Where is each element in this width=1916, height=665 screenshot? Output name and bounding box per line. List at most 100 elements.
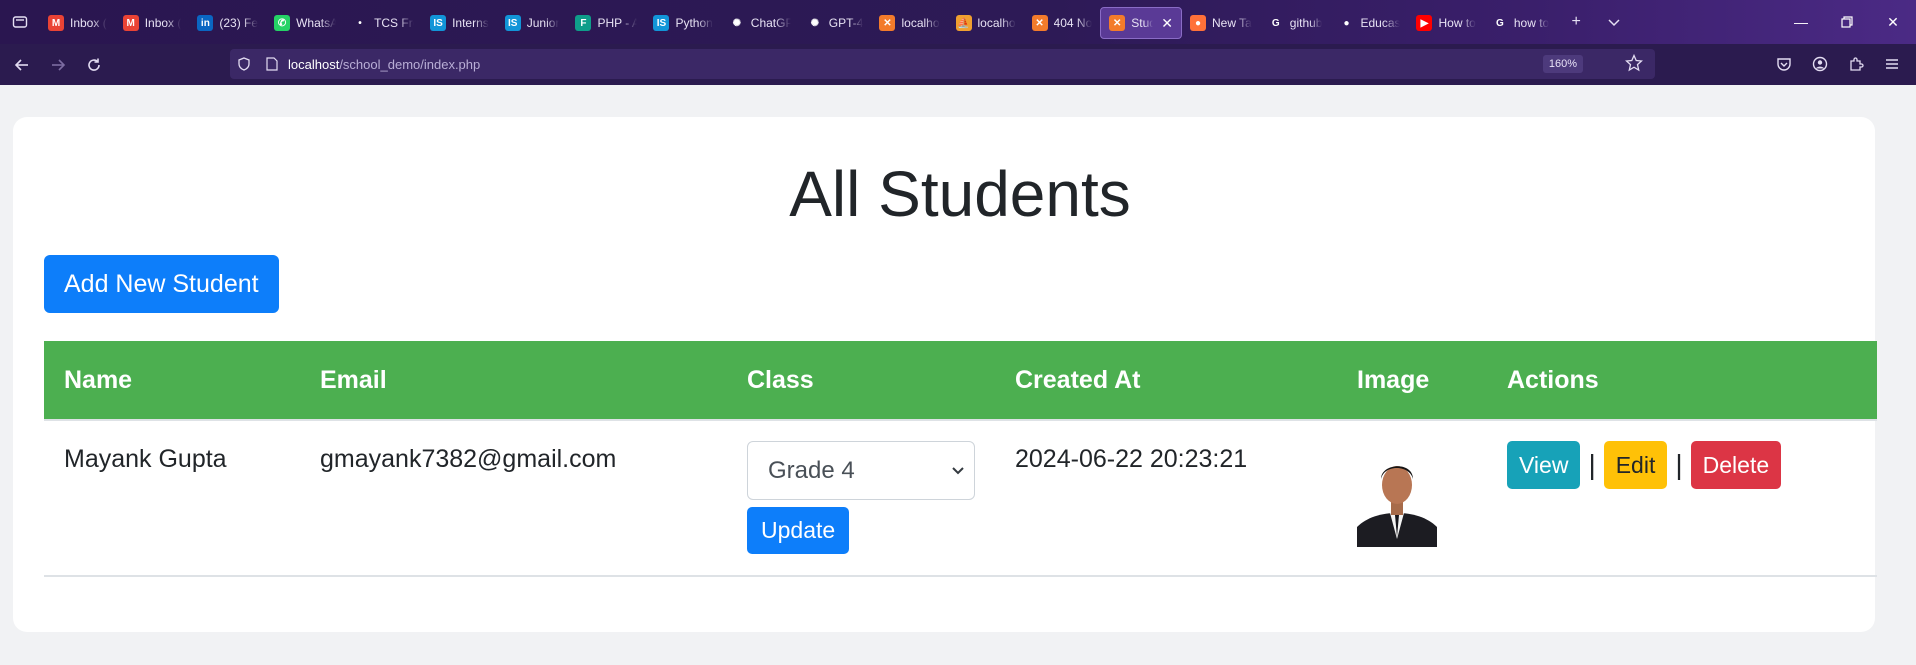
minimize-icon: —: [1794, 14, 1808, 30]
back-button[interactable]: [4, 47, 40, 83]
action-separator: |: [1675, 449, 1683, 480]
tab-title: GPT-4: [828, 16, 864, 30]
github-icon: ●: [1343, 17, 1350, 29]
close-window-button[interactable]: ✕: [1870, 0, 1916, 44]
internshala-icon: IS: [504, 15, 521, 31]
url-text[interactable]: localhost/school_demo/index.php: [288, 57, 480, 72]
tcs-icon: •: [358, 17, 362, 29]
tab-title: New Ta: [1211, 16, 1252, 30]
browser-tab[interactable]: IS Python: [645, 7, 720, 39]
tab-title: How to: [1438, 16, 1476, 30]
browser-tab[interactable]: ✕ Stud ✕: [1100, 7, 1182, 39]
reload-button[interactable]: [76, 47, 112, 83]
class-select-value: Grade 4: [768, 456, 855, 484]
header-class: Class: [747, 365, 814, 394]
address-bar[interactable]: localhost/school_demo/index.php 160%: [230, 49, 1655, 79]
firefox-icon: ●: [1189, 15, 1206, 31]
add-new-student-button[interactable]: Add New Student: [44, 255, 279, 313]
account-button[interactable]: [1802, 46, 1838, 82]
restore-button[interactable]: [1824, 0, 1870, 44]
student-photo: [1357, 447, 1437, 547]
browser-tab[interactable]: M Inbox (: [40, 7, 115, 39]
browser-tab[interactable]: ✕ 404 No: [1024, 7, 1101, 39]
browser-tab[interactable]: ▶ How to: [1408, 7, 1483, 39]
cell-image: [1337, 420, 1487, 576]
xampp-icon: ✕: [1031, 15, 1048, 31]
browser-tab[interactable]: in (23) Fe: [189, 7, 266, 39]
tab-title: ChatGP: [750, 16, 791, 30]
tab-strip: M Inbox (M Inbox (in (23) Fe ✆ WhatsA • TCS Fre…: [40, 5, 1557, 39]
phpmyadmin-icon: ⛵: [955, 15, 972, 31]
browser-tab[interactable]: • TCS Fre: [344, 7, 422, 39]
restore-icon: [1841, 16, 1853, 28]
internshala-icon: IS: [430, 15, 447, 31]
delete-button[interactable]: Delete: [1690, 441, 1782, 489]
browser-tab[interactable]: IS Interns: [422, 7, 497, 39]
google-icon: G: [1495, 17, 1504, 29]
browser-nav-bar: localhost/school_demo/index.php 160%: [0, 44, 1916, 85]
extensions-button[interactable]: [1838, 46, 1874, 82]
window-controls: — ✕: [1778, 0, 1916, 44]
app-menu-button[interactable]: [1874, 46, 1910, 82]
edit-button[interactable]: Edit: [1603, 441, 1668, 489]
toolbar-right: [1766, 46, 1910, 82]
phpstorm-icon: F: [575, 15, 592, 31]
header-email: Email: [320, 365, 387, 394]
browser-tab[interactable]: Ggithub: [1260, 7, 1331, 39]
whatsapp-icon: ✆: [274, 15, 291, 31]
arrow-right-icon: [52, 58, 66, 71]
browser-tab[interactable]: ● Educas: [1330, 7, 1408, 39]
chevron-down-icon: [952, 467, 964, 475]
pocket-button[interactable]: [1766, 46, 1802, 82]
cell-class: Grade 4 Update: [727, 420, 995, 576]
students-card: All Students Add New Student Name Email …: [13, 117, 1877, 632]
youtube-icon: ▶: [1416, 15, 1433, 31]
linkedin-icon: in: [197, 15, 214, 31]
browser-tab[interactable]: ⛵ localho: [948, 7, 1024, 39]
bookmark-star-button[interactable]: [1624, 53, 1644, 77]
tab-title: 404 No: [1053, 16, 1093, 30]
tab-title: localho: [901, 16, 940, 30]
chatgpt-icon: ✺: [810, 17, 819, 29]
tab-title: PHP - A: [597, 16, 638, 30]
xampp-icon: ✕: [879, 15, 896, 31]
tab-title: (23) Fe: [219, 16, 259, 30]
browser-tab[interactable]: IS Junior: [497, 7, 568, 39]
header-image: Image: [1357, 365, 1430, 394]
browser-tab[interactable]: ✆ WhatsA: [266, 7, 344, 39]
browser-tab[interactable]: F PHP - A: [567, 7, 645, 39]
list-all-tabs-button[interactable]: [1595, 0, 1633, 44]
forward-button[interactable]: [40, 47, 76, 83]
gmail-icon: M: [122, 15, 139, 31]
browser-tab[interactable]: ✕ localho: [871, 7, 947, 39]
tracking-protection-icon[interactable]: [230, 57, 258, 71]
gmail-icon: M: [48, 15, 64, 31]
tab-title: Python: [675, 16, 713, 30]
browser-tab[interactable]: M Inbox (: [115, 7, 190, 39]
tab-title: Inbox (: [70, 16, 107, 30]
page-info-icon[interactable]: [258, 57, 286, 71]
plus-icon: +: [1571, 13, 1581, 30]
class-select[interactable]: Grade 4: [747, 441, 975, 500]
pocket-icon: [1777, 58, 1791, 71]
firefox-view-button[interactable]: [0, 0, 40, 44]
browser-tab[interactable]: ✺ ChatGP: [721, 7, 799, 39]
tab-title: WhatsA: [296, 16, 337, 30]
update-class-button[interactable]: Update: [747, 507, 850, 554]
tab-title: localho: [977, 16, 1016, 30]
cell-created-at: 2024-06-22 20:23:21: [1015, 445, 1248, 473]
table-row: Mayank Gupta gmayank7382@gmail.com Grade…: [44, 420, 1877, 576]
page-title: All Students: [789, 158, 1131, 230]
header-created-at: Created At: [1015, 365, 1141, 394]
view-button[interactable]: View: [1507, 441, 1581, 489]
tab-title: Junior: [526, 16, 560, 30]
star-icon: [1624, 53, 1644, 72]
zoom-level-badge[interactable]: 160%: [1542, 55, 1583, 73]
browser-tab[interactable]: ✺ GPT-4: [799, 7, 872, 39]
xampp-icon: ✕: [1109, 15, 1126, 31]
browser-tab[interactable]: ● New Ta: [1182, 7, 1260, 39]
close-tab-icon[interactable]: ✕: [1161, 15, 1173, 32]
minimize-button[interactable]: —: [1778, 0, 1824, 44]
new-tab-button[interactable]: +: [1557, 0, 1595, 44]
browser-tab[interactable]: Ghow to: [1484, 7, 1557, 39]
